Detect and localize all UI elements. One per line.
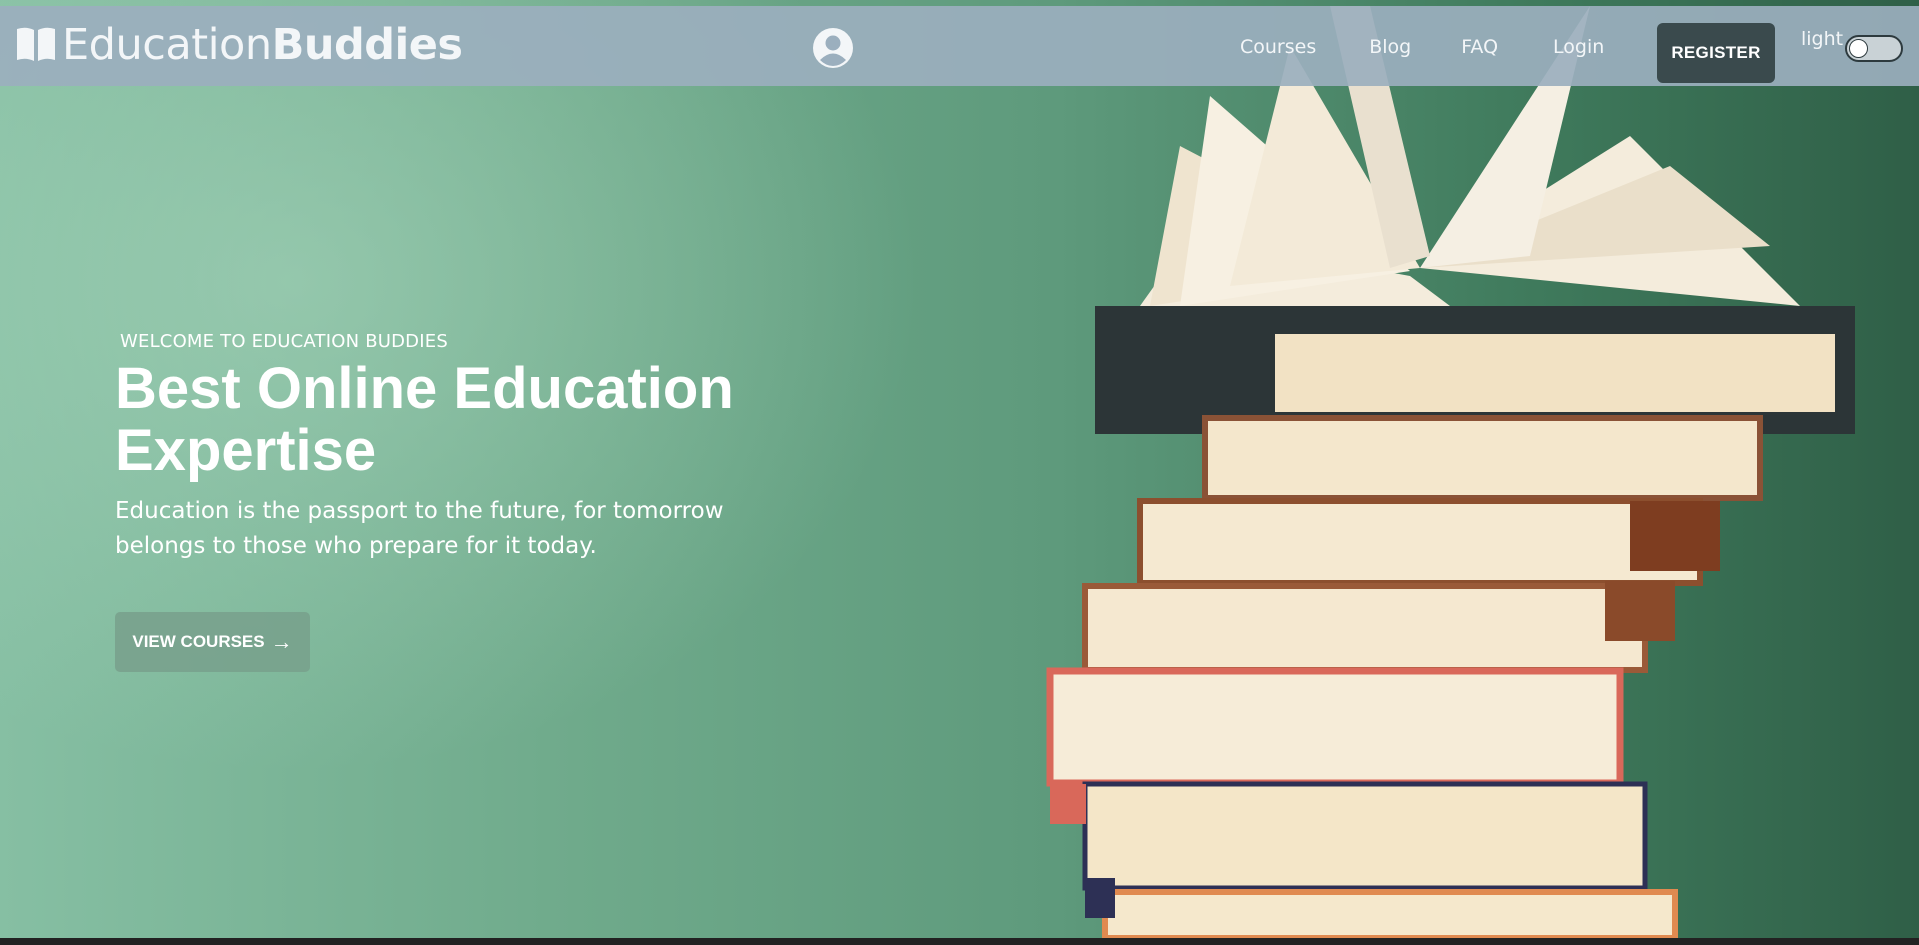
toggle-knob <box>1849 39 1868 58</box>
user-account-icon[interactable] <box>812 27 854 69</box>
books-stack-illustration <box>1046 6 1855 938</box>
theme-toggle-label: light <box>1801 28 1844 50</box>
hero-eyebrow: WELCOME TO EDUCATION BUDDIES <box>120 331 448 352</box>
nav-link-login[interactable]: Login <box>1553 36 1604 58</box>
theme-toggle-switch[interactable] <box>1845 35 1903 62</box>
open-book-icon <box>17 27 55 61</box>
brand-name: EducationBuddies <box>62 20 463 70</box>
hero-subtext: Education is the passport to the future,… <box>115 498 724 559</box>
bottom-border <box>0 938 1919 945</box>
brand-name-regular: Education <box>62 20 272 70</box>
view-courses-button[interactable]: VIEW COURSES → <box>115 612 310 672</box>
nav-link-faq[interactable]: FAQ <box>1461 36 1498 58</box>
nav-link-blog[interactable]: Blog <box>1369 36 1411 58</box>
nav-links: Courses Blog FAQ Login <box>1240 36 1604 58</box>
top-navbar: EducationBuddies Courses Blog FAQ Login … <box>0 6 1919 86</box>
brand-logo[interactable]: EducationBuddies <box>14 20 463 70</box>
hero-headline: Best Online Education Expertise <box>115 356 734 483</box>
view-courses-label: VIEW COURSES <box>132 632 265 651</box>
register-button[interactable]: REGISTER <box>1657 23 1775 83</box>
nav-link-courses[interactable]: Courses <box>1240 36 1316 58</box>
brand-name-bold: Buddies <box>271 20 463 70</box>
arrow-right-icon: → <box>270 629 293 654</box>
